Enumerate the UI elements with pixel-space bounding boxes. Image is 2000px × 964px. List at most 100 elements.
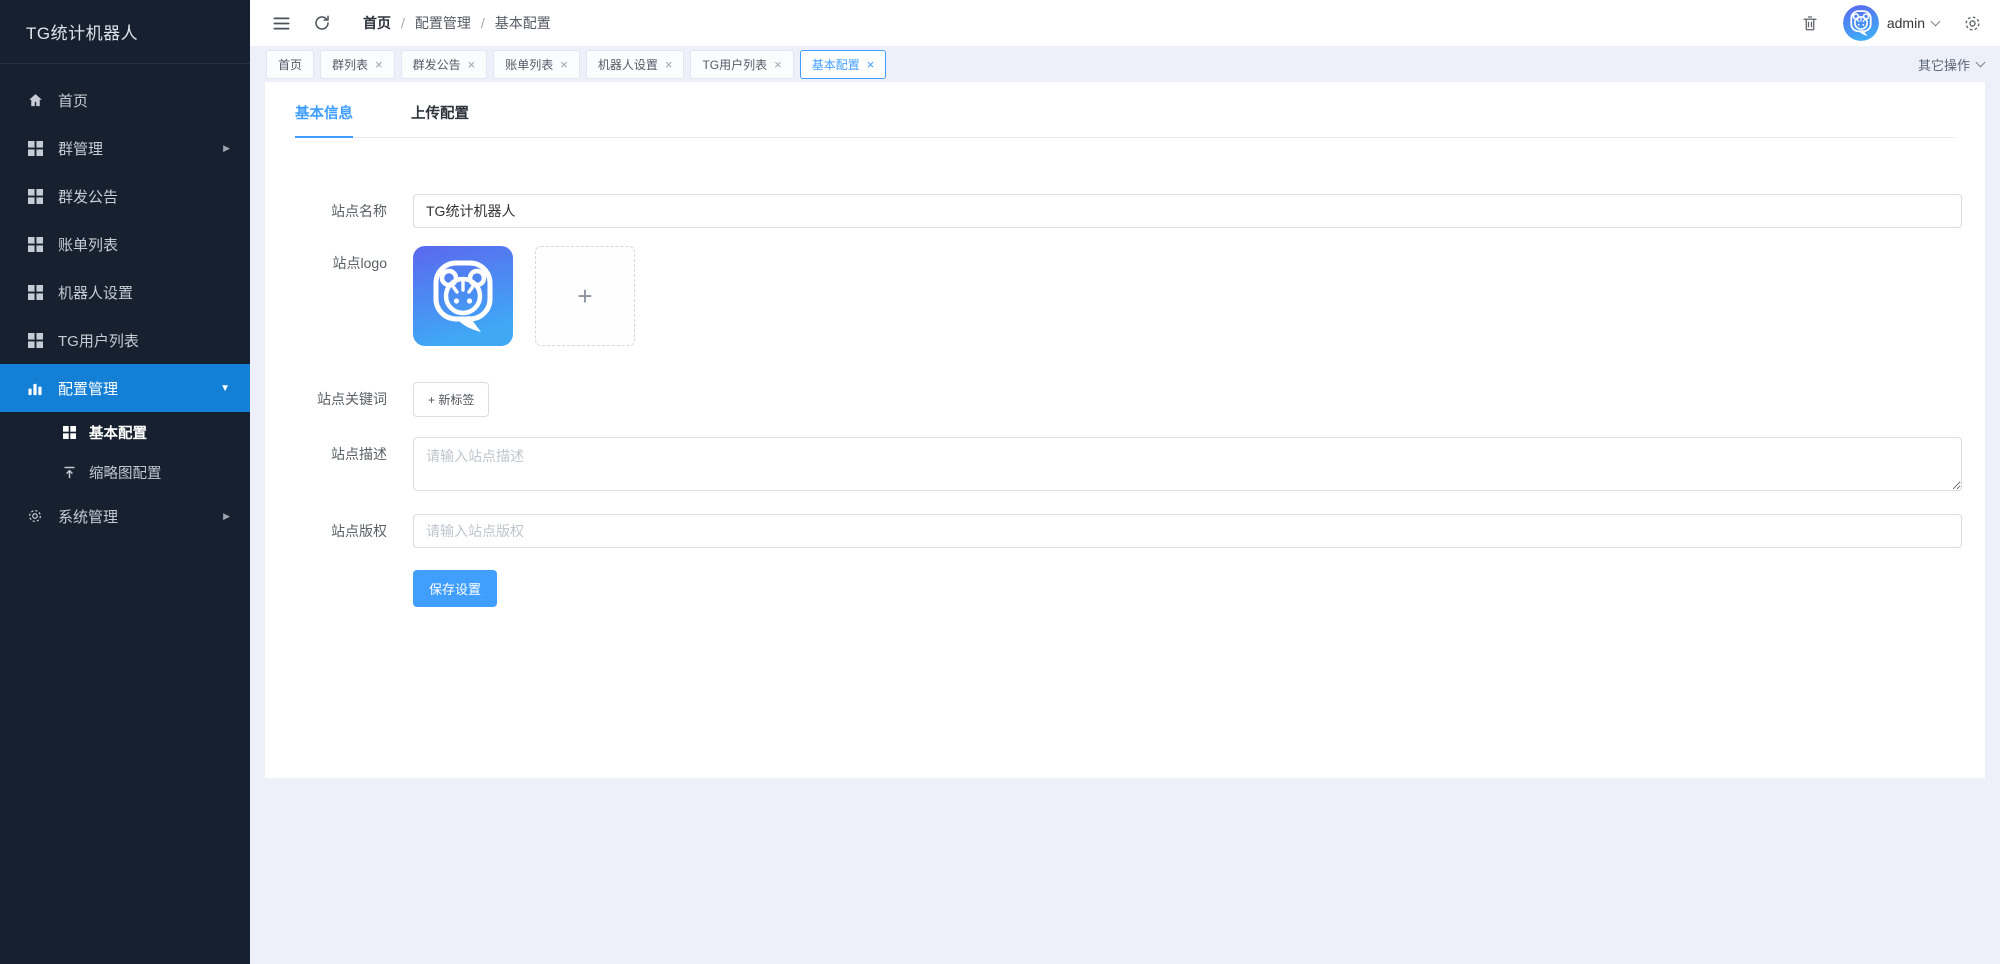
chevron-down-icon: ▼ (220, 382, 230, 394)
plus-icon: + (577, 280, 593, 311)
tab-basic-info[interactable]: 基本信息 (295, 102, 353, 138)
tab-label: 首页 (278, 57, 303, 72)
grid-icon (26, 236, 44, 252)
workspace: 基本信息 上传配置 站点名称 站点logo (250, 82, 2000, 964)
tab-group-list[interactable]: 群列表 × (320, 49, 395, 79)
home-icon (26, 92, 44, 109)
sidebar-item-label: 配置管理 (58, 380, 119, 398)
topbar: 首页 / 配置管理 / 基本配置 admin (250, 0, 2000, 46)
breadcrumb-config-manage[interactable]: 配置管理 (415, 13, 471, 33)
hamburger-menu-icon[interactable] (272, 14, 291, 33)
content-card: 基本信息 上传配置 站点名称 站点logo (265, 82, 1985, 778)
save-settings-button[interactable]: 保存设置 (413, 570, 498, 607)
more-operations-dropdown[interactable]: 其它操作 (1917, 55, 1986, 74)
tab-bar: 首页 群列表 × 群发公告 × 账单列表 × 机器人设置 × TG用户列表 × … (250, 46, 2000, 82)
gear-icon (26, 508, 44, 524)
sidebar-item-label: 群管理 (58, 140, 104, 158)
form-row-site-description: 站点描述 (265, 437, 1985, 496)
sidebar: TG统计机器人 首页 群管理 ▶ 群发公告 账单列表 机器人设置 TG用户列表 … (0, 0, 250, 964)
sidebar-item-label: 账单列表 (58, 236, 119, 254)
tab-upload-config[interactable]: 上传配置 (411, 102, 469, 138)
sidebar-item-label: 缩略图配置 (89, 465, 162, 482)
breadcrumb-separator: / (480, 15, 485, 31)
form-row-site-keywords: 站点关键词 + 新标签 (265, 382, 1985, 417)
close-icon[interactable]: × (468, 58, 476, 71)
tab-robot-settings[interactable]: 机器人设置 × (585, 49, 685, 79)
breadcrumb: 首页 / 配置管理 / 基本配置 (363, 13, 551, 33)
tab-label: 机器人设置 (597, 57, 658, 72)
site-copyright-input[interactable] (413, 514, 1962, 548)
sidebar-item-label: 机器人设置 (58, 284, 134, 302)
sidebar-item-home[interactable]: 首页 (0, 76, 250, 124)
sidebar-menu: 首页 群管理 ▶ 群发公告 账单列表 机器人设置 TG用户列表 配置管理 ▼ 基… (0, 64, 250, 540)
site-name-input[interactable] (413, 194, 1962, 228)
tab-basic-config[interactable]: 基本配置 × (799, 49, 887, 79)
form-row-site-name: 站点名称 (265, 194, 1985, 228)
logo-upload-button[interactable]: + (535, 246, 635, 346)
tab-label: TG用户列表 (702, 57, 768, 72)
app-title: TG统计机器人 (0, 0, 250, 64)
form-row-site-copyright: 站点版权 (265, 514, 1985, 548)
username: admin (1886, 15, 1925, 31)
form-row-site-logo: 站点logo + (265, 246, 1985, 346)
chevron-right-icon: ▶ (223, 510, 230, 521)
sidebar-item-label: TG用户列表 (58, 332, 139, 350)
content-tabs: 基本信息 上传配置 (295, 82, 1955, 138)
close-icon[interactable]: × (867, 58, 875, 71)
sidebar-item-bill-list[interactable]: 账单列表 (0, 220, 250, 268)
site-logo-label: 站点logo (332, 255, 387, 271)
bar-chart-icon (26, 381, 44, 396)
add-tag-button[interactable]: + 新标签 (413, 382, 490, 417)
grid-icon (26, 188, 44, 204)
tab-label: 基本配置 (811, 57, 860, 72)
chevron-right-icon: ▶ (223, 142, 230, 153)
avatar (1842, 5, 1879, 41)
tab-home[interactable]: 首页 (266, 49, 315, 79)
form-row-save: 保存设置 (265, 570, 1985, 607)
sidebar-item-label: 首页 (58, 92, 89, 110)
grid-icon (26, 140, 44, 156)
sidebar-item-group-manage[interactable]: 群管理 ▶ (0, 124, 250, 172)
trash-icon[interactable] (1801, 14, 1819, 32)
upload-icon (62, 465, 77, 480)
close-icon[interactable]: × (375, 58, 383, 71)
close-icon[interactable]: × (665, 58, 673, 71)
refresh-icon[interactable] (313, 14, 331, 32)
site-description-textarea[interactable] (413, 437, 1962, 491)
grid-icon (62, 425, 77, 439)
grid-icon (26, 284, 44, 300)
sidebar-subitem-thumbnail-config[interactable]: 缩略图配置 (0, 452, 250, 492)
tab-label: 群列表 (332, 57, 369, 72)
site-description-label: 站点描述 (331, 446, 387, 462)
sidebar-item-label: 基本配置 (89, 425, 147, 442)
more-operations-label: 其它操作 (1917, 57, 1970, 73)
sidebar-item-robot-settings[interactable]: 机器人设置 (0, 268, 250, 316)
sidebar-item-tg-users[interactable]: TG用户列表 (0, 316, 250, 364)
tab-group-announce[interactable]: 群发公告 × (400, 49, 488, 79)
site-logo-image[interactable] (413, 246, 513, 346)
sidebar-item-system-manage[interactable]: 系统管理 ▶ (0, 492, 250, 540)
sidebar-item-config-manage[interactable]: 配置管理 ▼ (0, 364, 250, 412)
tab-bill-list[interactable]: 账单列表 × (493, 49, 580, 79)
site-keywords-label: 站点关键词 (317, 391, 387, 407)
breadcrumb-separator: / (401, 15, 405, 31)
sidebar-item-label: 系统管理 (58, 508, 119, 526)
grid-icon (26, 332, 44, 348)
sidebar-subitem-basic-config[interactable]: 基本配置 (0, 412, 250, 452)
site-name-label: 站点名称 (331, 203, 387, 219)
close-icon[interactable]: × (560, 58, 568, 71)
breadcrumb-basic-config[interactable]: 基本配置 (495, 13, 551, 33)
tab-label: 群发公告 (412, 57, 461, 72)
basic-config-form: 站点名称 站点logo (265, 138, 1985, 607)
chevron-down-icon (1930, 16, 1941, 27)
main-area: 首页 / 配置管理 / 基本配置 admin 首页 群列表 × 群发公告 × 账… (250, 0, 2000, 964)
user-menu[interactable]: admin (1842, 5, 1941, 41)
breadcrumb-home[interactable]: 首页 (363, 13, 391, 33)
tab-label: 账单列表 (505, 57, 554, 72)
sidebar-item-label: 群发公告 (58, 188, 119, 206)
gear-icon[interactable] (1963, 14, 1982, 33)
close-icon[interactable]: × (774, 58, 782, 71)
tab-tg-users[interactable]: TG用户列表 × (690, 49, 794, 79)
sidebar-item-group-announce[interactable]: 群发公告 (0, 172, 250, 220)
chevron-down-icon (1975, 57, 1986, 68)
